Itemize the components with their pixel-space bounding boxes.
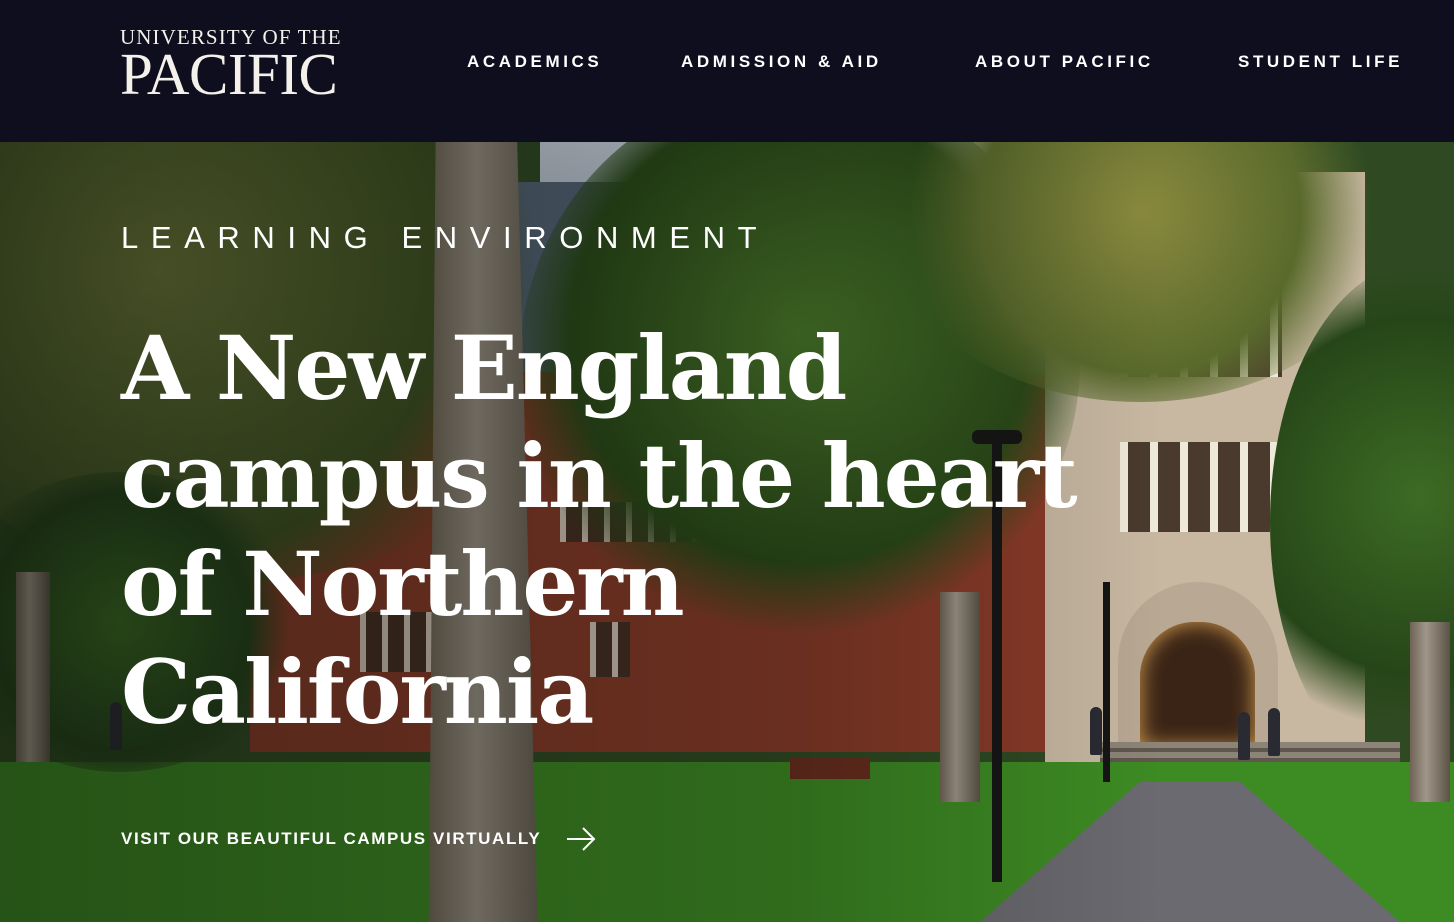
virtual-tour-label: VISIT OUR BEAUTIFUL CAMPUS VIRTUALLY (121, 829, 542, 848)
hero-eyebrow: LEARNING ENVIRONMENT (121, 220, 770, 255)
page: UNIVERSITY OF THE PACIFIC ACADEMICS ADMI… (0, 0, 1454, 922)
hero-section: LEARNING ENVIRONMENT A New England campu… (0, 142, 1454, 922)
nav-about-pacific[interactable]: ABOUT PACIFIC (975, 52, 1154, 72)
virtual-tour-link[interactable]: VISIT OUR BEAUTIFUL CAMPUS VIRTUALLY (121, 826, 597, 852)
site-header: UNIVERSITY OF THE PACIFIC ACADEMICS ADMI… (0, 0, 1454, 142)
nav-academics[interactable]: ACADEMICS (467, 52, 602, 72)
nav-student-life[interactable]: STUDENT LIFE (1238, 52, 1403, 72)
hero-headline: A New England campus in the heart of Nor… (121, 316, 1078, 744)
nav-admission-aid[interactable]: ADMISSION & AID (681, 52, 882, 72)
main-nav: ACADEMICS ADMISSION & AID ABOUT PACIFIC … (0, 52, 1454, 74)
arrow-right-icon (567, 827, 596, 851)
